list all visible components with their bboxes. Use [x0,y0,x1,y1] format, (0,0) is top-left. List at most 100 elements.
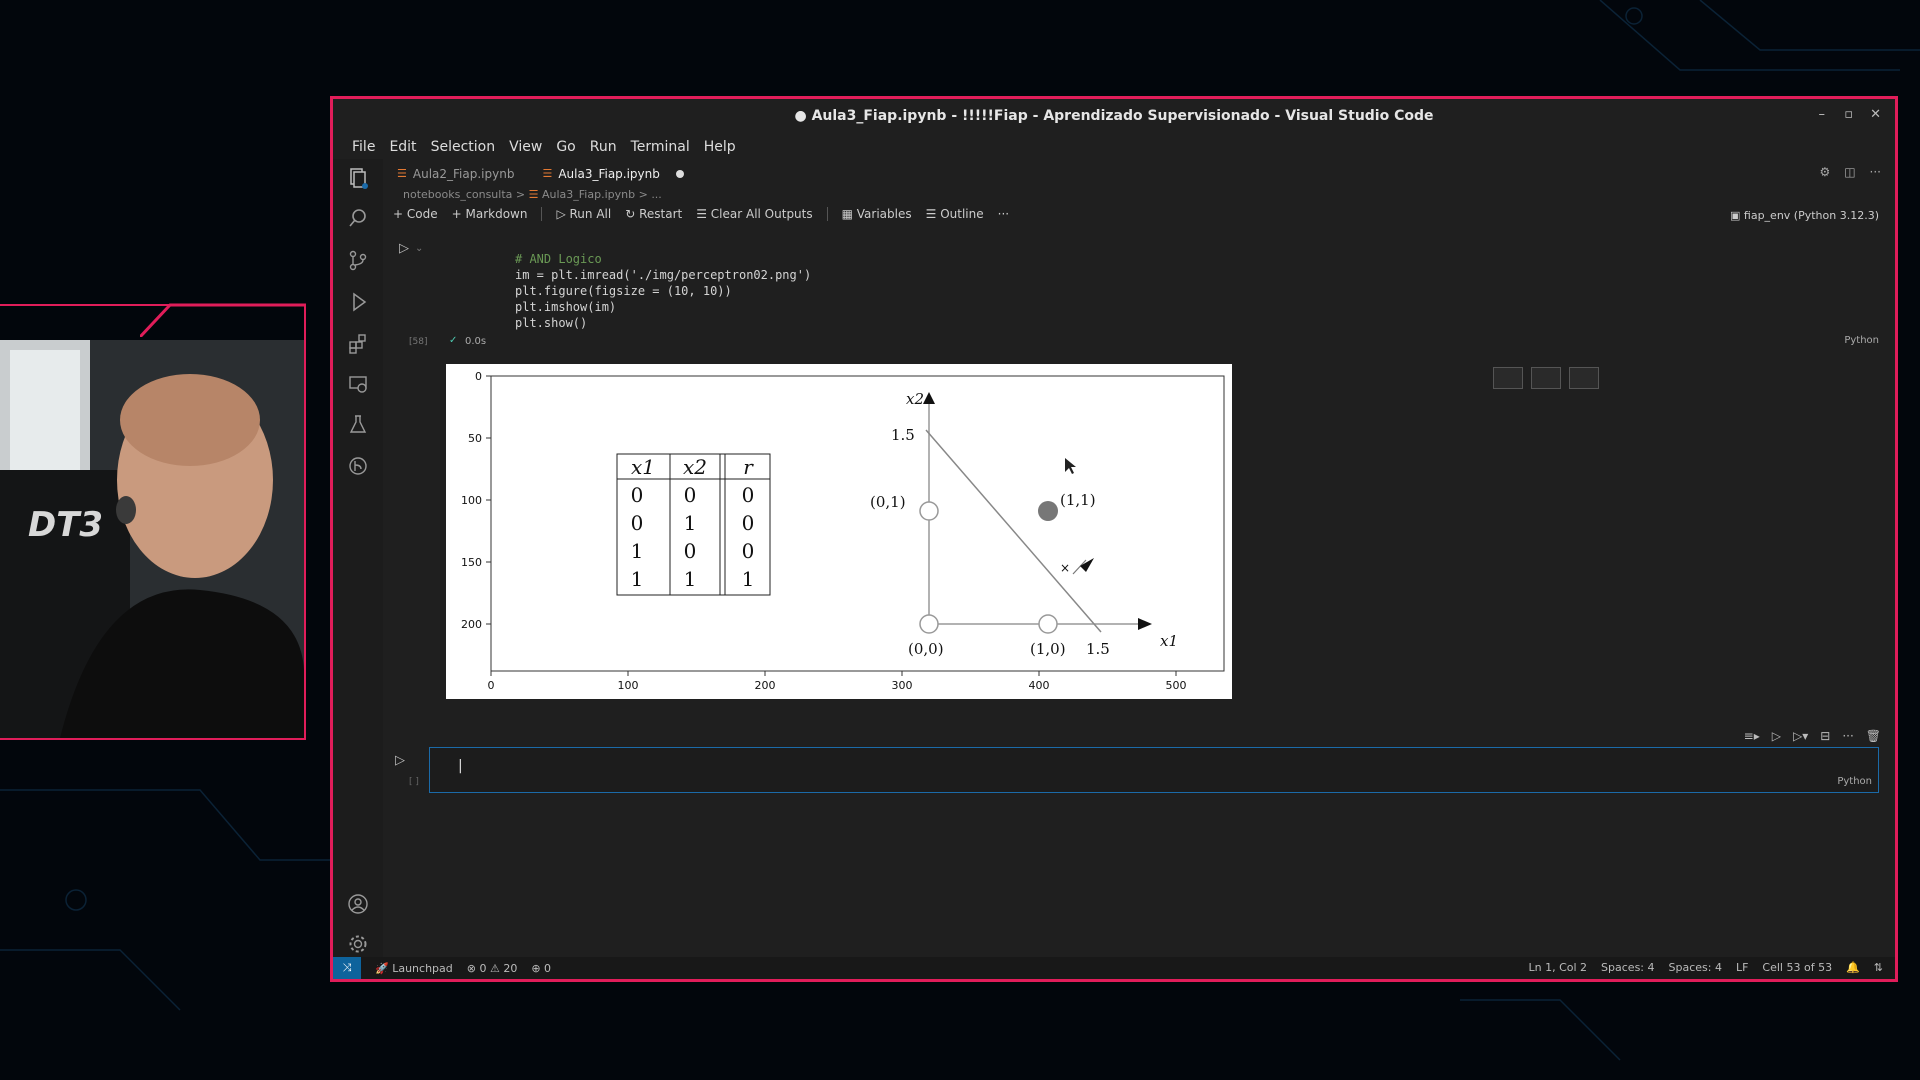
cell-code[interactable]: # AND Logico im = plt.imread('./img/perc… [515,251,811,331]
weight-arrow-icon [1080,558,1094,572]
menu-help[interactable]: Help [697,135,743,159]
testing-icon[interactable] [345,411,371,437]
notebook-toolbar: + Code + Markdown ▷ Run All ↻ Restart ☰ … [393,207,1009,221]
cell-indicator[interactable]: Cell 53 of 53 [1762,957,1832,979]
table-cell: 0 [742,483,755,507]
window-title: ● Aula3_Fiap.ipynb - !!!!!Fiap - Aprendi… [333,99,1895,133]
y-tick-label: 150 [461,556,482,569]
minimize-icon[interactable]: – [1819,107,1826,122]
add-code-button[interactable]: + Code [393,207,438,221]
launchpad-item[interactable]: 🚀 Launchpad [375,962,453,975]
webcam-frame-tab [140,303,306,337]
editor-tabs: ☰ Aula2_Fiap.ipynb ☰ Aula3_Fiap.ipynb [383,161,698,187]
clear-outputs-button[interactable]: ☰ Clear All Outputs [696,207,812,221]
point-0-0 [919,614,939,634]
chart-output-icon[interactable] [1531,367,1561,389]
account-icon[interactable] [345,891,371,917]
svg-text:DT3: DT3 [28,505,103,545]
table-cell: 1 [631,539,644,563]
cursor-position[interactable]: Ln 1, Col 2 [1528,957,1587,979]
cell-language[interactable]: Python [1837,776,1872,787]
y-tick-label: 200 [461,618,482,631]
x-tick-label: 500 [1166,679,1187,692]
menu-go[interactable]: Go [549,135,582,159]
run-cell-icon[interactable]: ▷ [1772,729,1781,743]
source-control-icon[interactable] [345,247,371,273]
menu-terminal[interactable]: Terminal [624,135,697,159]
copy-output-icon[interactable] [1493,367,1523,389]
arrow-up-icon [923,392,935,404]
point-1-0 [1038,614,1058,634]
run-debug-icon[interactable] [345,289,371,315]
code-line: plt.figure(figsize = (10, 10)) [515,284,732,298]
y-tick-label: 0 [475,370,482,383]
menu-run[interactable]: Run [583,135,624,159]
cell-language[interactable]: Python [1844,335,1879,346]
delete-cell-icon[interactable]: 🗑 [1866,729,1881,743]
split-editor-icon[interactable]: ◫ [1844,165,1855,179]
outline-button[interactable]: ☰ Outline [926,207,984,221]
code-line: # AND Logico [515,252,602,266]
split-cell-icon[interactable]: ⊟ [1820,729,1830,743]
line-ending[interactable]: LF [1736,957,1748,979]
table-header: x1 [631,455,655,479]
close-icon[interactable]: ✕ [1870,107,1881,122]
chevron-down-icon[interactable]: ⌄ [415,243,423,254]
run-cell-icon[interactable]: ▷ [399,241,409,256]
add-markdown-button[interactable]: + Markdown [452,207,528,221]
settings-icon[interactable]: ⚙ [1819,165,1830,179]
empty-code-cell[interactable]: | Python [429,747,1879,793]
x-tick-label: 200 [755,679,776,692]
menu-view[interactable]: View [502,135,549,159]
divider [541,207,543,221]
x-tick-label: 300 [892,679,913,692]
menu-file[interactable]: File [345,135,382,159]
run-all-button[interactable]: ▷ Run All [556,207,611,221]
editor-actions: ⚙ ◫ ··· [1819,165,1881,179]
run-below-icon[interactable]: ▷▾ [1793,729,1808,743]
accounts-sync-icon[interactable]: ⇅ [1874,957,1883,979]
remote-explorer-icon[interactable] [345,371,371,397]
y-tick-label: 100 [461,494,482,507]
run-cell-icon[interactable]: ▷ [395,753,405,768]
axis-label-x1: x1 [1160,632,1178,650]
settings-gear-icon[interactable] [345,931,371,957]
breadcrumb-folder[interactable]: notebooks_consulta [403,188,512,201]
more-actions-icon[interactable]: ··· [1870,165,1881,179]
notifications-icon[interactable]: 🔔 [1846,957,1860,979]
explorer-icon[interactable] [345,165,371,191]
search-icon[interactable] [345,205,371,231]
mouse-cursor-icon [1065,458,1076,474]
label-0-0: (0,0) [908,640,944,658]
tab-aula2[interactable]: ☰ Aula2_Fiap.ipynb [383,161,528,187]
breadcrumb: notebooks_consulta > ☰ Aula3_Fiap.ipynb … [403,188,662,201]
unsaved-dot-icon[interactable] [675,170,684,178]
git-graph-icon[interactable] [345,453,371,479]
table-cell: 0 [631,511,644,535]
variables-button[interactable]: ▦ Variables [842,207,912,221]
indentation-2[interactable]: Spaces: 4 [1669,957,1722,979]
breadcrumb-trail[interactable]: ... [651,188,662,201]
vscode-window: ● Aula3_Fiap.ipynb - !!!!!Fiap - Aprendi… [330,96,1898,982]
code-cell[interactable]: ▷ ⌄ # AND Logico im = plt.imread('./img/… [389,239,1879,349]
restore-icon[interactable]: ▫ [1844,107,1853,122]
table-cell: 0 [631,483,644,507]
save-output-icon[interactable] [1569,367,1599,389]
indentation-1[interactable]: Spaces: 4 [1601,957,1654,979]
more-cell-actions-icon[interactable]: ··· [1842,729,1853,743]
table-header: x2 [683,455,707,479]
kernel-picker[interactable]: ▣ fiap_env (Python 3.12.3) [1730,209,1879,222]
restart-button[interactable]: ↻ Restart [625,207,682,221]
x-tick-label: 400 [1029,679,1050,692]
extensions-icon[interactable] [345,331,371,357]
more-toolbar-button[interactable]: ··· [998,207,1009,221]
ports-item[interactable]: ⊕ 0 [531,962,551,975]
activity-bar [333,159,383,969]
breadcrumb-file[interactable]: Aula3_Fiap.ipynb [542,188,635,201]
menu-edit[interactable]: Edit [382,135,423,159]
remote-icon[interactable]: ⤨ [333,957,361,979]
menu-selection[interactable]: Selection [424,135,503,159]
problems-item[interactable]: ⊗ 0 ⚠ 20 [467,962,518,975]
tab-aula3[interactable]: ☰ Aula3_Fiap.ipynb [528,161,697,187]
run-above-icon[interactable]: ≡▸ [1744,729,1760,743]
